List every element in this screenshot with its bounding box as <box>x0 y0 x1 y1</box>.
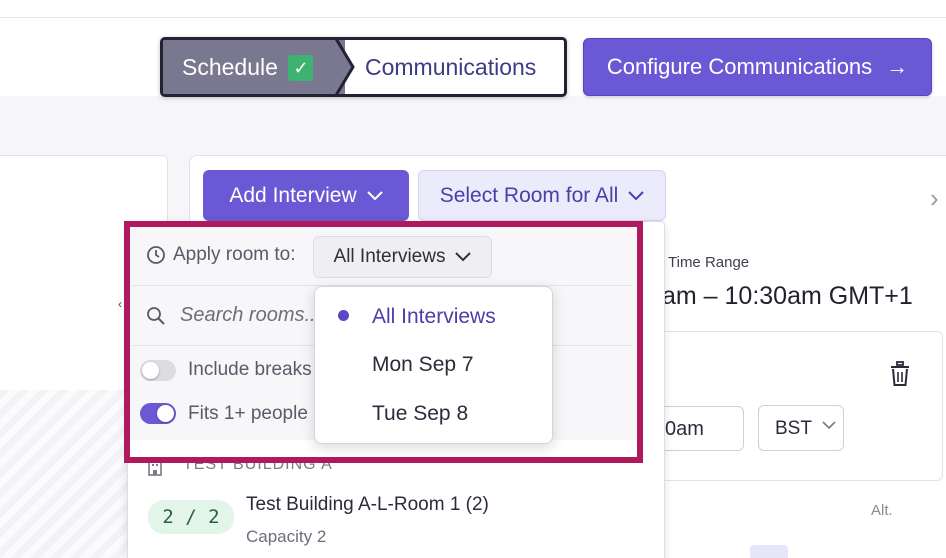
status-badge <box>750 545 788 558</box>
building-name: TEST BUILDING A <box>183 456 333 473</box>
timezone-select[interactable]: BST <box>758 405 844 451</box>
toggle-knob <box>157 405 174 422</box>
apply-room-select[interactable]: All Interviews <box>313 236 492 278</box>
time-range-value: am – 10:30am GMT+1 <box>662 282 913 310</box>
apply-room-label: Apply room to: <box>146 244 296 266</box>
progress-stepper: Schedule ✓ Communications <box>160 37 567 97</box>
toggle-knob <box>142 362 159 379</box>
chevron-down-icon <box>628 190 644 200</box>
menu-item-mon-sep-7[interactable]: Mon Sep 7 <box>372 353 474 377</box>
apply-room-text: Apply room to: <box>173 244 296 265</box>
striped-area <box>0 390 130 558</box>
select-room-label: Select Room for All <box>439 183 619 207</box>
building-icon <box>148 460 162 476</box>
chevron-down-icon <box>455 252 472 262</box>
chevron-down-icon <box>366 190 383 200</box>
timezone-value: BST <box>775 418 812 439</box>
include-breaks-toggle[interactable] <box>140 360 176 381</box>
search-icon <box>147 306 165 325</box>
menu-item-all-interviews[interactable]: All Interviews <box>372 305 496 329</box>
include-breaks-label: Include breaks <box>188 359 312 380</box>
step-arrow-separator <box>313 40 355 94</box>
add-interview-button[interactable]: Add Interview <box>203 170 409 221</box>
fits-people-label: Fits 1+ people <box>188 403 308 424</box>
step-communications[interactable]: Communications <box>365 54 536 81</box>
top-divider <box>0 17 946 18</box>
selected-dot-icon <box>338 310 349 321</box>
menu-item-tue-sep-8[interactable]: Tue Sep 8 <box>372 402 468 426</box>
chevron-left-icon: ‹ <box>118 297 122 311</box>
chevron-right-icon[interactable]: › <box>930 183 939 214</box>
room-capacity: Capacity 2 <box>246 527 327 546</box>
trash-icon[interactable] <box>889 361 911 387</box>
check-icon: ✓ <box>288 55 314 81</box>
clock-icon <box>147 246 165 264</box>
search-rooms-input[interactable] <box>180 304 320 327</box>
chevron-down-icon <box>822 421 836 430</box>
room-option-name[interactable]: Test Building A-L-Room 1 (2) <box>246 494 489 516</box>
time-range-label: Time Range <box>668 254 750 271</box>
apply-room-selected: All Interviews <box>333 246 446 267</box>
step-schedule-label: Schedule <box>182 54 278 80</box>
fits-people-toggle[interactable] <box>140 403 176 424</box>
arrow-right-icon: → <box>886 54 909 79</box>
configure-communications-button[interactable]: Configure Communications → <box>583 38 932 96</box>
configure-communications-label: Configure Communications <box>606 54 873 79</box>
select-room-for-all-button[interactable]: Select Room for All <box>418 170 666 221</box>
add-interview-label: Add Interview <box>229 183 357 207</box>
room-search <box>146 304 320 327</box>
alt-label: Alt. <box>871 502 893 519</box>
capacity-badge: 2 / 2 <box>148 500 234 534</box>
